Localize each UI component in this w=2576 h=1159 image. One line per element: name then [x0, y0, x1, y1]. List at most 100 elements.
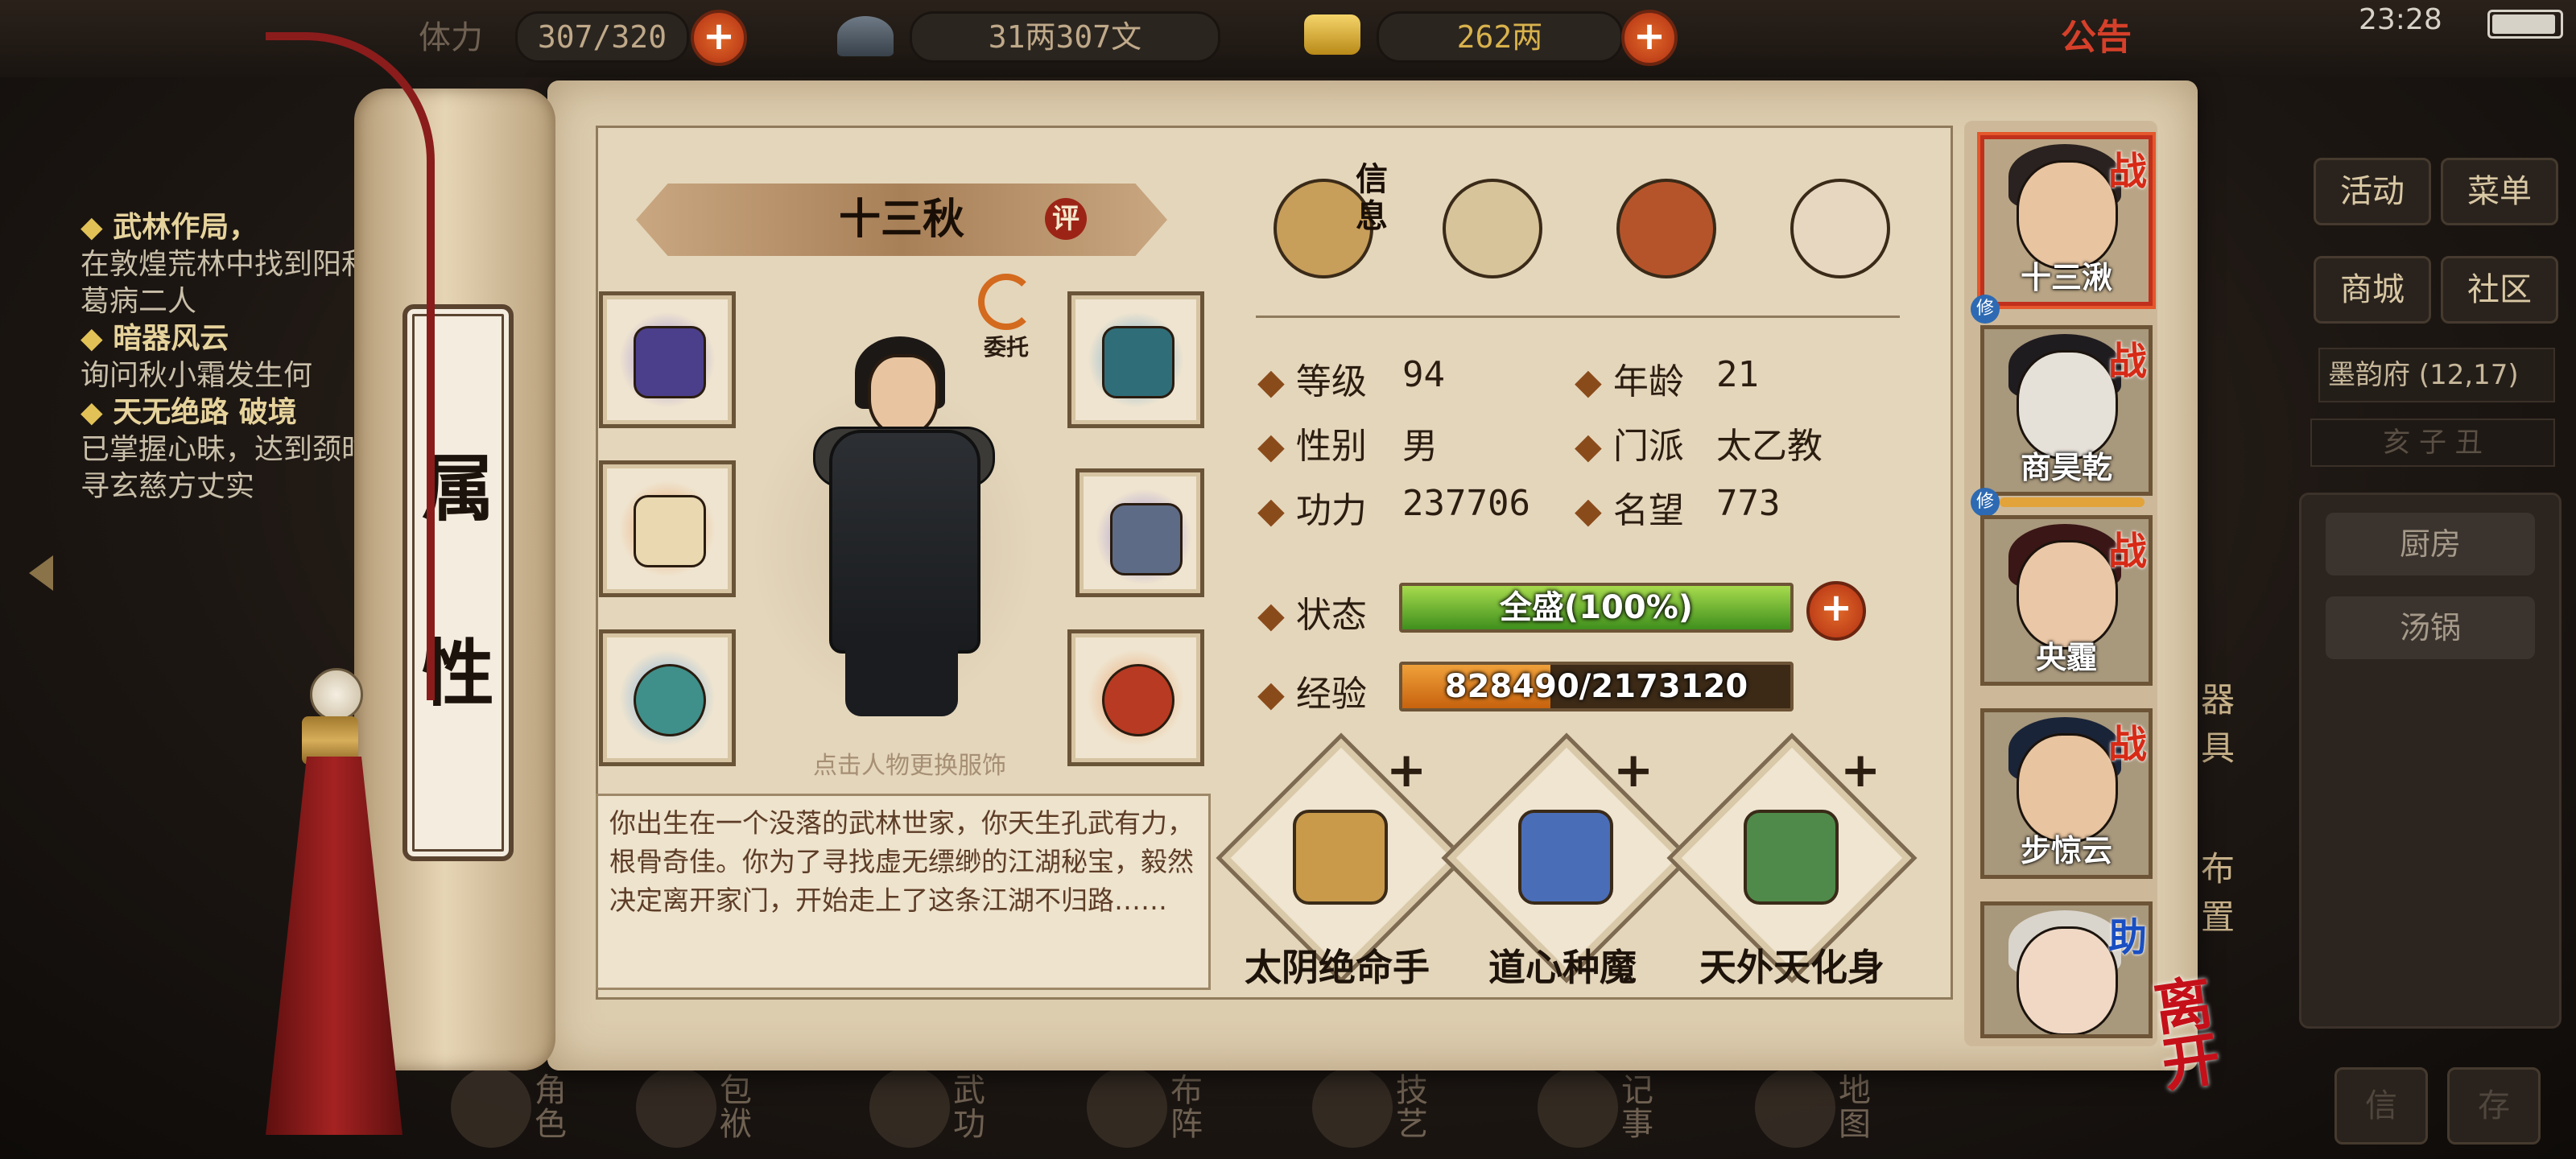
restore-state-button[interactable]: +	[1806, 581, 1866, 641]
state-bar: 全盛(100%)	[1399, 583, 1794, 633]
add-gold-button[interactable]: +	[1621, 10, 1678, 66]
bottom-nav: 角色 包袱 武功 布阵 技艺 记事 地图	[451, 1062, 2383, 1159]
bagua-icon	[1087, 1067, 1167, 1148]
skills-icon	[1312, 1067, 1393, 1148]
sect-label: 门派	[1575, 417, 1684, 468]
sect-value: 太乙教	[1716, 426, 1823, 467]
gender-label: 性别	[1257, 417, 1367, 468]
add-skill-icon[interactable]: +	[1840, 742, 1880, 798]
exp-value: 828490/2173120	[1444, 668, 1748, 705]
level-value: 94	[1402, 354, 1445, 395]
equip-slot-bracers[interactable]	[599, 291, 736, 428]
tab-bagua[interactable]	[1607, 169, 1719, 282]
community-button[interactable]: 社区	[2441, 256, 2558, 324]
gold-ingot-icon	[1304, 14, 1360, 55]
nav-map[interactable]: 地图	[1755, 1062, 1871, 1159]
battle-badge: 战	[2107, 529, 2147, 574]
nav-formation[interactable]: 布阵	[1087, 1062, 1203, 1159]
power-value: 237706	[1402, 483, 1530, 524]
add-skill-icon[interactable]: +	[1613, 742, 1653, 798]
character-bio: 你出生在一个没落的武林世家，你天生孔武有力，根骨奇佳。你为了寻找虚无缥缈的江湖秘…	[596, 794, 1211, 990]
time-period-strip: 亥 子 丑	[2310, 419, 2555, 467]
state-label: 状态	[1257, 586, 1367, 637]
equip-slot-ring[interactable]	[599, 629, 736, 766]
tools-tab[interactable]: 器具	[2201, 676, 2241, 773]
arrange-tab[interactable]: 布置	[2201, 845, 2241, 942]
bracers-icon	[634, 326, 706, 398]
character-legs	[845, 644, 958, 716]
ring-icon	[634, 664, 706, 736]
body-meridian-icon	[1790, 179, 1890, 278]
nav-character[interactable]: 角色	[451, 1062, 567, 1159]
party-member[interactable]: 战 央霾	[1980, 515, 2153, 686]
party-member[interactable]: 助	[1980, 901, 2153, 1038]
nav-journal[interactable]: 记事	[1538, 1062, 1653, 1159]
bagua-icon	[1616, 179, 1716, 278]
tab-scroll[interactable]	[1433, 169, 1546, 282]
stamina-value: 307/320	[515, 11, 689, 63]
equip-slot-armor[interactable]	[1075, 468, 1204, 597]
activity-button[interactable]: 活动	[2314, 158, 2431, 225]
tab-meridian[interactable]	[1781, 169, 1893, 282]
gold-value: 262两	[1377, 11, 1623, 63]
member-name: 商昊乾	[2020, 450, 2112, 485]
collapse-arrow-icon[interactable]	[29, 555, 53, 591]
equip-slot-amulet[interactable]	[1067, 629, 1204, 766]
exp-label: 经验	[1257, 665, 1367, 716]
fame-value: 773	[1716, 483, 1781, 524]
level-label: 等级	[1257, 353, 1367, 404]
cultivate-badge: 修	[1971, 488, 2000, 517]
facility-panel: 厨房 汤锅	[2299, 493, 2562, 1029]
kitchen-button[interactable]: 厨房	[2326, 513, 2535, 575]
menu-button[interactable]: 菜单	[2441, 158, 2558, 225]
scroll-icon	[1443, 179, 1542, 278]
party-member[interactable]: 战 十三湫	[1980, 135, 2153, 306]
outfit-hint: 点击人物更换服饰	[813, 752, 1006, 780]
shop-button[interactable]: 商城	[2314, 256, 2431, 324]
member-name: 央霾	[2035, 640, 2097, 675]
bag-icon	[636, 1067, 716, 1148]
scroll-skill-icon	[1518, 810, 1613, 905]
nav-skills[interactable]: 技艺	[1312, 1062, 1428, 1159]
silver-value: 31两307文	[910, 11, 1220, 63]
leave-button[interactable]: 离开	[2150, 967, 2277, 1099]
tab-divider	[1256, 316, 1900, 318]
location-label: 墨韵府 (12,17)	[2318, 348, 2555, 402]
member-name: 十三湫	[2020, 260, 2112, 295]
party-member[interactable]: 战 步惊云	[1980, 708, 2153, 879]
armor-icon	[1110, 503, 1183, 575]
rate-button[interactable]: 评	[1045, 198, 1087, 240]
assist-badge: 助	[2107, 915, 2147, 960]
skill-name: 道心种魔	[1488, 946, 1637, 989]
equip-slot-helmet[interactable]	[1067, 291, 1204, 428]
party-member[interactable]: 战 商昊乾	[1980, 325, 2153, 496]
cycle-arrows-icon	[978, 274, 1034, 330]
delegate-button[interactable]: 委托	[974, 274, 1038, 362]
fame-label: 名望	[1575, 481, 1684, 533]
add-stamina-button[interactable]: +	[691, 10, 747, 66]
member-name: 步惊云	[2020, 833, 2112, 868]
books-icon	[869, 1067, 950, 1148]
gender-value: 男	[1402, 426, 1438, 467]
equip-slot-accessory[interactable]	[599, 460, 736, 597]
book-skill-icon	[1293, 810, 1388, 905]
save-button[interactable]: 存	[2447, 1067, 2541, 1145]
stamina-label: 体力	[419, 19, 483, 56]
flower-ornament-icon	[634, 495, 706, 567]
character-figure[interactable]	[829, 430, 980, 654]
battle-badge: 战	[2107, 149, 2147, 194]
character-name: 十三秋	[838, 196, 964, 244]
nav-bag[interactable]: 包袱	[636, 1062, 752, 1159]
add-skill-icon[interactable]: +	[1386, 742, 1426, 798]
tassel-bead	[310, 668, 363, 721]
power-label: 功力	[1257, 481, 1367, 533]
exp-bar: 828490/2173120	[1399, 662, 1794, 711]
delegate-label: 委托	[983, 334, 1029, 361]
silver-icon	[837, 16, 894, 56]
skill-name: 太阴绝命手	[1245, 946, 1430, 989]
pot-button[interactable]: 汤锅	[2326, 596, 2535, 659]
tab-info-label: 信息	[1356, 161, 1388, 235]
cultivate-progress	[2000, 497, 2145, 507]
announcement-button[interactable]: 公告	[2061, 10, 2157, 66]
nav-martial-arts[interactable]: 武功	[869, 1062, 985, 1159]
